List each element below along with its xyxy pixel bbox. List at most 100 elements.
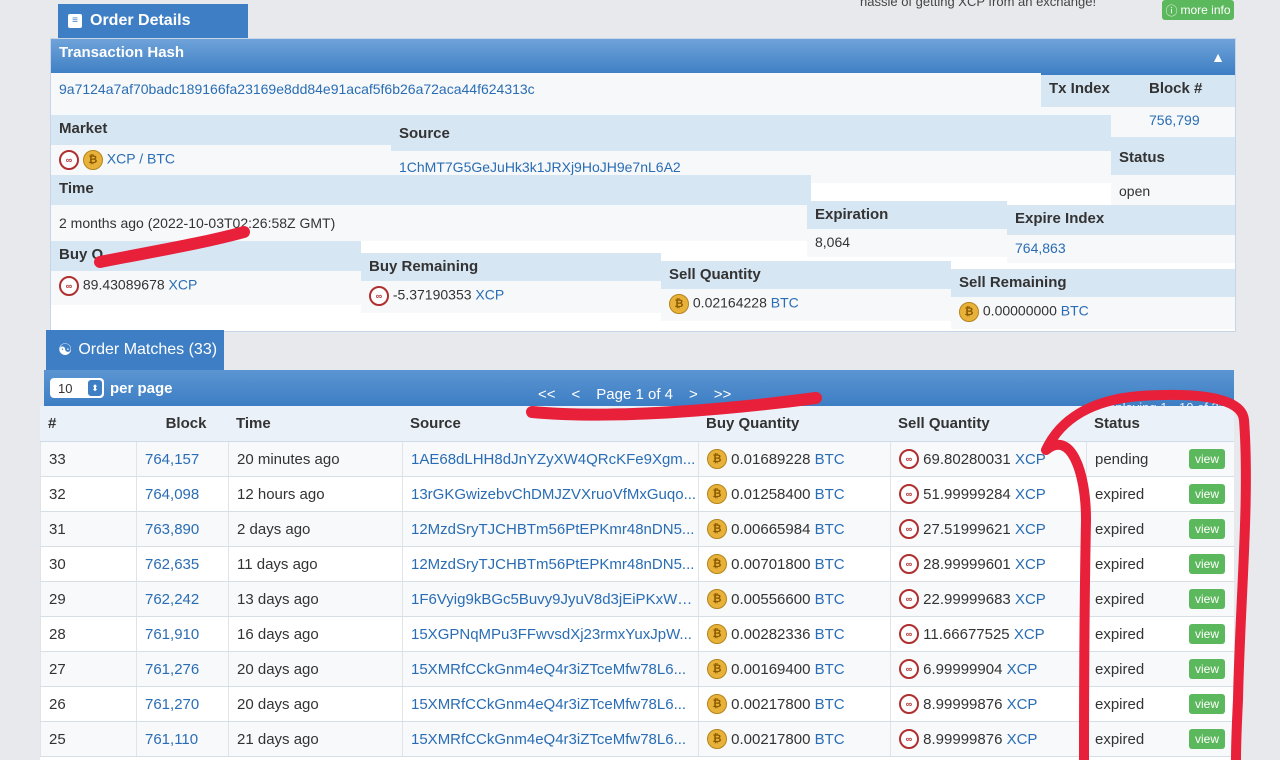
- row-sell-unit[interactable]: XCP: [1015, 591, 1046, 608]
- row-time: 12 hours ago: [237, 485, 325, 503]
- chevron-up-icon[interactable]: ▲: [1211, 49, 1225, 65]
- row-block-link[interactable]: 761,110: [145, 731, 198, 748]
- column-header[interactable]: Status: [1086, 406, 1234, 442]
- view-button[interactable]: view: [1189, 484, 1225, 504]
- column-header[interactable]: Source: [402, 406, 698, 442]
- btc-coin-icon: ₿: [707, 449, 727, 469]
- row-buy-unit[interactable]: BTC: [815, 661, 845, 678]
- row-buy-unit[interactable]: BTC: [815, 591, 845, 608]
- row-sell-unit[interactable]: XCP: [1015, 486, 1046, 503]
- row-buy-amount: 0.01258400: [731, 485, 811, 503]
- block-value[interactable]: 756,799: [1141, 107, 1235, 137]
- row-buy-unit[interactable]: BTC: [815, 731, 845, 748]
- row-time: 20 minutes ago: [237, 450, 340, 468]
- buy-remaining-unit[interactable]: XCP: [475, 287, 504, 303]
- first-page-button[interactable]: <<: [538, 386, 556, 403]
- view-button[interactable]: view: [1189, 624, 1225, 644]
- prev-page-button[interactable]: <: [572, 386, 581, 403]
- block-label: Block #: [1141, 75, 1235, 107]
- cell-number: 31: [40, 512, 136, 546]
- column-header[interactable]: Time: [228, 406, 402, 442]
- view-button[interactable]: view: [1189, 589, 1225, 609]
- cell-source: 15XGPNqMPu3FFwvsdXj23rmxYuxJpW...: [402, 617, 698, 651]
- market-quote[interactable]: BTC: [147, 151, 175, 167]
- row-block-link[interactable]: 764,157: [145, 451, 199, 468]
- sell-remaining-amount: 0.00000000: [982, 302, 1057, 319]
- row-status: expired: [1095, 485, 1145, 503]
- table-row: 28 761,910 16 days ago 15XGPNqMPu3FFwvsdXj2…: [40, 617, 1234, 652]
- more-info-button[interactable]: ⓘ more info: [1162, 0, 1234, 20]
- row-source-link[interactable]: 12MzdSryTJCHBTm56PtEPKmr48nDN5...: [411, 556, 694, 573]
- next-page-button[interactable]: >: [689, 386, 698, 403]
- row-number: 31: [49, 520, 66, 538]
- per-page-select[interactable]: 10 ⬍: [50, 378, 104, 398]
- buy-quantity-unit[interactable]: XCP: [169, 277, 198, 293]
- xcp-coin-icon: ∞: [899, 449, 919, 469]
- row-buy-unit[interactable]: BTC: [815, 486, 845, 503]
- row-source-link[interactable]: 15XMRfCCkGnm4eQ4r3iZTceMfw78L6...: [411, 731, 686, 748]
- row-buy-unit[interactable]: BTC: [815, 696, 845, 713]
- row-sell-unit[interactable]: XCP: [1015, 556, 1046, 573]
- sell-remaining-unit[interactable]: BTC: [1061, 303, 1089, 319]
- row-sell-amount: 8.99999876: [923, 695, 1003, 713]
- row-block-link[interactable]: 763,890: [145, 521, 199, 538]
- market-base[interactable]: XCP: [107, 151, 136, 167]
- view-button[interactable]: view: [1189, 729, 1225, 749]
- row-block-link[interactable]: 761,276: [145, 661, 199, 678]
- row-block-link[interactable]: 762,635: [145, 556, 199, 573]
- row-buy-amount: 0.00556600: [731, 590, 811, 608]
- view-button[interactable]: view: [1189, 659, 1225, 679]
- row-time: 16 days ago: [237, 625, 319, 643]
- tx-hash-value[interactable]: 9a7124a7af70badc189166fa23169e8dd84e91ac…: [51, 73, 1041, 115]
- btc-coin-icon: ₿: [707, 484, 727, 504]
- column-header[interactable]: #: [40, 406, 136, 442]
- row-sell-unit[interactable]: XCP: [1015, 521, 1046, 538]
- row-sell-unit[interactable]: XCP: [1007, 731, 1038, 748]
- row-sell-unit[interactable]: XCP: [1007, 661, 1038, 678]
- row-source-link[interactable]: 12MzdSryTJCHBTm56PtEPKmr48nDN5...: [411, 521, 694, 538]
- last-page-button[interactable]: >>: [714, 386, 732, 403]
- row-buy-unit[interactable]: BTC: [815, 451, 845, 468]
- row-source-link[interactable]: 15XGPNqMPu3FFwvsdXj23rmxYuxJpW...: [411, 626, 692, 643]
- row-source-link[interactable]: 15XMRfCCkGnm4eQ4r3iZTceMfw78L6...: [411, 661, 686, 678]
- btc-coin-icon: ₿: [669, 294, 689, 314]
- row-sell-unit[interactable]: XCP: [1014, 626, 1045, 643]
- column-header[interactable]: Sell Quantity: [890, 406, 1086, 442]
- btc-coin-icon: ₿: [707, 729, 727, 749]
- cell-buy-quantity: ₿ 0.00217800 BTC: [698, 687, 890, 721]
- cell-time: 20 minutes ago: [228, 442, 402, 476]
- row-source-link[interactable]: 1F6Vyig9kBGc5Buvy9JyuV8d3jEiPKxWUX: [411, 591, 697, 608]
- view-button[interactable]: view: [1189, 694, 1225, 714]
- row-block-link[interactable]: 761,910: [145, 626, 199, 643]
- status-label: Status: [1111, 137, 1235, 175]
- order-matches-tab[interactable]: ☯ Order Matches (33): [46, 330, 224, 370]
- row-block-link[interactable]: 764,098: [145, 486, 199, 503]
- row-sell-unit[interactable]: XCP: [1007, 696, 1038, 713]
- row-block-link[interactable]: 761,270: [145, 696, 199, 713]
- expire-index-value[interactable]: 764,863: [1007, 235, 1235, 263]
- order-matches-title: Order Matches (33): [78, 341, 218, 358]
- row-buy-unit[interactable]: BTC: [815, 556, 845, 573]
- cell-number: 26: [40, 687, 136, 721]
- cell-number: 29: [40, 582, 136, 616]
- xcp-coin-icon: ∞: [899, 589, 919, 609]
- cell-buy-quantity: ₿ 0.00282336 BTC: [698, 617, 890, 651]
- market-label: Market: [51, 115, 391, 145]
- row-source-link[interactable]: 1AE68dLHH8dJnYZyXW4QRcKFe9Xgm...: [411, 451, 695, 468]
- view-button[interactable]: view: [1189, 519, 1225, 539]
- row-sell-unit[interactable]: XCP: [1015, 451, 1046, 468]
- sell-quantity-unit[interactable]: BTC: [771, 295, 799, 311]
- order-details-tab[interactable]: ≡ Order Details: [58, 4, 248, 38]
- row-source-link[interactable]: 13rGKGwizebvChDMJZVXruoVfMxGuqo...: [411, 486, 696, 503]
- column-header[interactable]: Buy Quantity: [698, 406, 890, 442]
- info-icon: ⓘ: [1165, 3, 1178, 18]
- view-button[interactable]: view: [1189, 554, 1225, 574]
- row-source-link[interactable]: 15XMRfCCkGnm4eQ4r3iZTceMfw78L6...: [411, 696, 686, 713]
- row-status: expired: [1095, 730, 1145, 748]
- row-status: expired: [1095, 555, 1145, 573]
- row-buy-unit[interactable]: BTC: [815, 521, 845, 538]
- row-block-link[interactable]: 762,242: [145, 591, 199, 608]
- row-buy-unit[interactable]: BTC: [815, 626, 845, 643]
- column-header[interactable]: Block: [136, 406, 228, 442]
- view-button[interactable]: view: [1189, 449, 1225, 469]
